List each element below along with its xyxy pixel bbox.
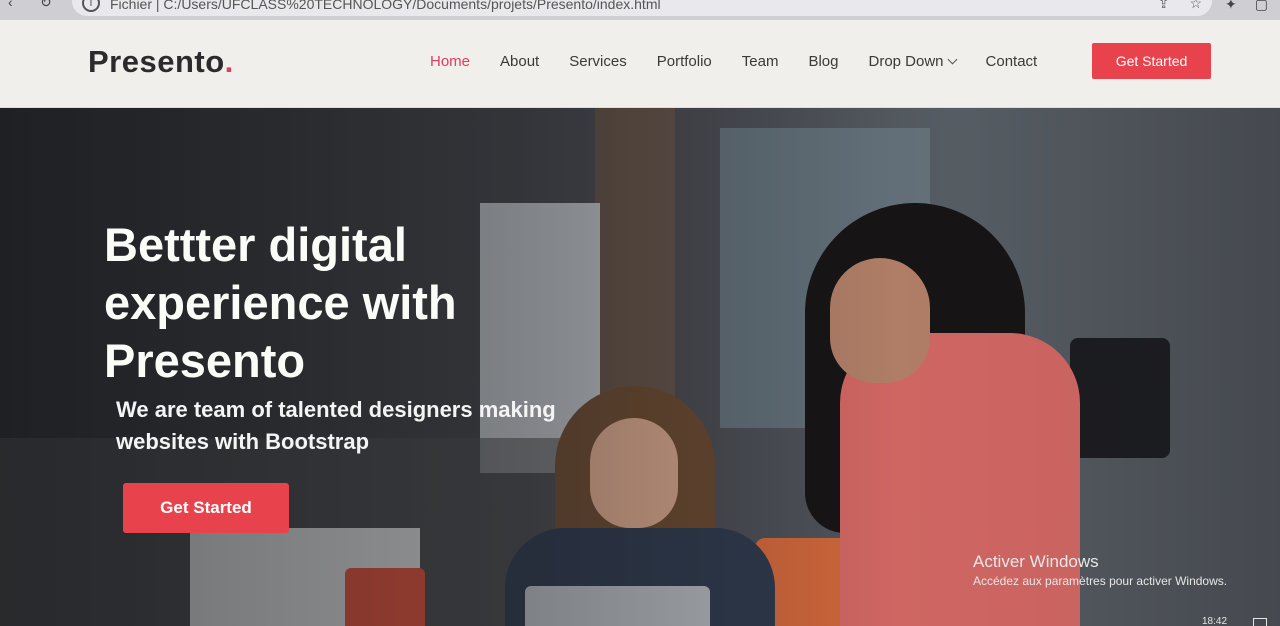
hero-section: Bettter digital experience with Presento… xyxy=(0,108,1280,626)
nav-dropdown[interactable]: Drop Down xyxy=(868,53,957,70)
taskbar-clock[interactable]: 18:42 xyxy=(1202,616,1227,626)
address-text: Fichier | C:/Users/UFCLASS%20TECHNOLOGY/… xyxy=(110,0,661,12)
hero-subtitle: We are team of talented designers making… xyxy=(116,397,556,454)
site-header: Presento. Home About Services Portfolio … xyxy=(0,20,1280,108)
activation-title: Activer Windows xyxy=(973,552,1099,571)
star-icon[interactable]: ☆ xyxy=(1189,0,1202,12)
share-icon[interactable]: ⇪ xyxy=(1158,0,1170,12)
nav-contact[interactable]: Contact xyxy=(986,53,1038,70)
logo-dot: . xyxy=(224,44,234,79)
hero-title: Bettter digital experience with Presento xyxy=(104,218,457,387)
logo[interactable]: Presento. xyxy=(88,44,234,80)
nav-team[interactable]: Team xyxy=(742,53,779,70)
windows-activation-watermark: Activer Windows Accédez aux paramètres p… xyxy=(973,552,1227,588)
nav-services[interactable]: Services xyxy=(569,53,627,70)
back-icon[interactable]: ‹ xyxy=(8,0,24,10)
main-nav: Home About Services Portfolio Team Blog … xyxy=(430,53,1067,70)
reload-icon[interactable]: ↻ xyxy=(40,0,56,10)
nav-about[interactable]: About xyxy=(500,53,539,70)
notification-icon[interactable] xyxy=(1253,618,1267,626)
header-get-started-button[interactable]: Get Started xyxy=(1092,43,1211,79)
nav-blog[interactable]: Blog xyxy=(808,53,838,70)
activation-description: Accédez aux paramètres pour activer Wind… xyxy=(973,574,1228,588)
logo-text: Presento xyxy=(88,44,225,79)
window-icon[interactable]: ▢ xyxy=(1255,0,1268,13)
nav-home[interactable]: Home xyxy=(430,53,470,70)
nav-portfolio[interactable]: Portfolio xyxy=(657,53,712,70)
address-bar[interactable]: i Fichier | C:/Users/UFCLASS%20TECHNOLOG… xyxy=(72,0,1212,16)
hero-get-started-button[interactable]: Get Started xyxy=(123,483,289,533)
browser-toolbar: ‹ ↻ i Fichier | C:/Users/UFCLASS%20TECHN… xyxy=(0,0,1280,20)
nav-dropdown-label: Drop Down xyxy=(868,53,944,70)
chevron-down-icon xyxy=(947,54,957,65)
info-icon[interactable]: i xyxy=(82,0,100,12)
extensions-icon[interactable]: ✦ xyxy=(1225,0,1237,13)
